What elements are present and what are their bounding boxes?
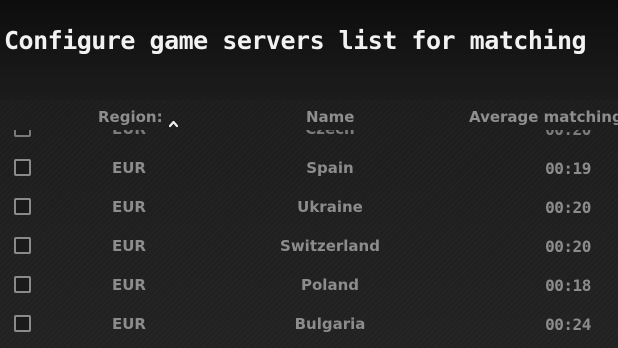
row-name: Spain — [306, 159, 354, 177]
server-list[interactable]: EUR Czech 00:20 EUR Spain 00:19 EUR Ukra… — [0, 130, 618, 348]
table-row[interactable]: EUR Czech 00:20 — [0, 130, 618, 149]
row-checkbox[interactable] — [14, 237, 31, 254]
row-average-matching: 00:20 — [545, 237, 591, 256]
row-average-matching: 00:20 — [520, 130, 616, 149]
row-checkbox[interactable] — [14, 159, 31, 176]
server-list-content: EUR Czech 00:20 EUR Spain 00:19 EUR Ukra… — [0, 130, 618, 344]
column-header-average-matching[interactable]: Average matching — [469, 106, 618, 128]
row-name: Bulgaria — [294, 315, 366, 333]
column-header-name[interactable]: Name — [306, 106, 354, 128]
page-title: Configure game servers list for matching — [4, 26, 587, 55]
chevron-up-icon — [168, 112, 178, 128]
column-header-region[interactable]: Region: — [98, 106, 178, 128]
row-name: Poland — [301, 276, 359, 294]
row-region: EUR — [112, 237, 146, 255]
table-row[interactable]: EUR Ukraine 00:20 — [0, 188, 618, 227]
row-checkbox[interactable] — [14, 198, 31, 215]
row-name: Czech — [230, 130, 430, 149]
row-region: EUR — [112, 276, 146, 294]
row-region: EUR — [112, 159, 146, 177]
row-average-matching: 00:19 — [545, 159, 591, 178]
table-row[interactable]: EUR Spain 00:19 — [0, 149, 618, 188]
row-average-matching: 00:20 — [545, 198, 591, 217]
row-checkbox[interactable] — [14, 315, 31, 332]
column-header-region-label: Region: — [98, 108, 163, 126]
row-checkbox[interactable] — [14, 276, 31, 293]
row-name: Switzerland — [280, 237, 380, 255]
table-row[interactable]: EUR Bulgaria 00:24 — [0, 305, 618, 344]
table-row[interactable]: EUR Poland 00:18 — [0, 266, 618, 305]
row-average-matching: 00:24 — [545, 315, 591, 334]
row-region: EUR — [112, 315, 146, 333]
row-region: EUR — [112, 130, 146, 149]
row-region: EUR — [112, 198, 146, 216]
row-name: Ukraine — [297, 198, 363, 216]
row-average-matching: 00:18 — [545, 276, 591, 295]
table-row[interactable]: EUR Switzerland 00:20 — [0, 227, 618, 266]
row-checkbox[interactable] — [14, 130, 31, 137]
